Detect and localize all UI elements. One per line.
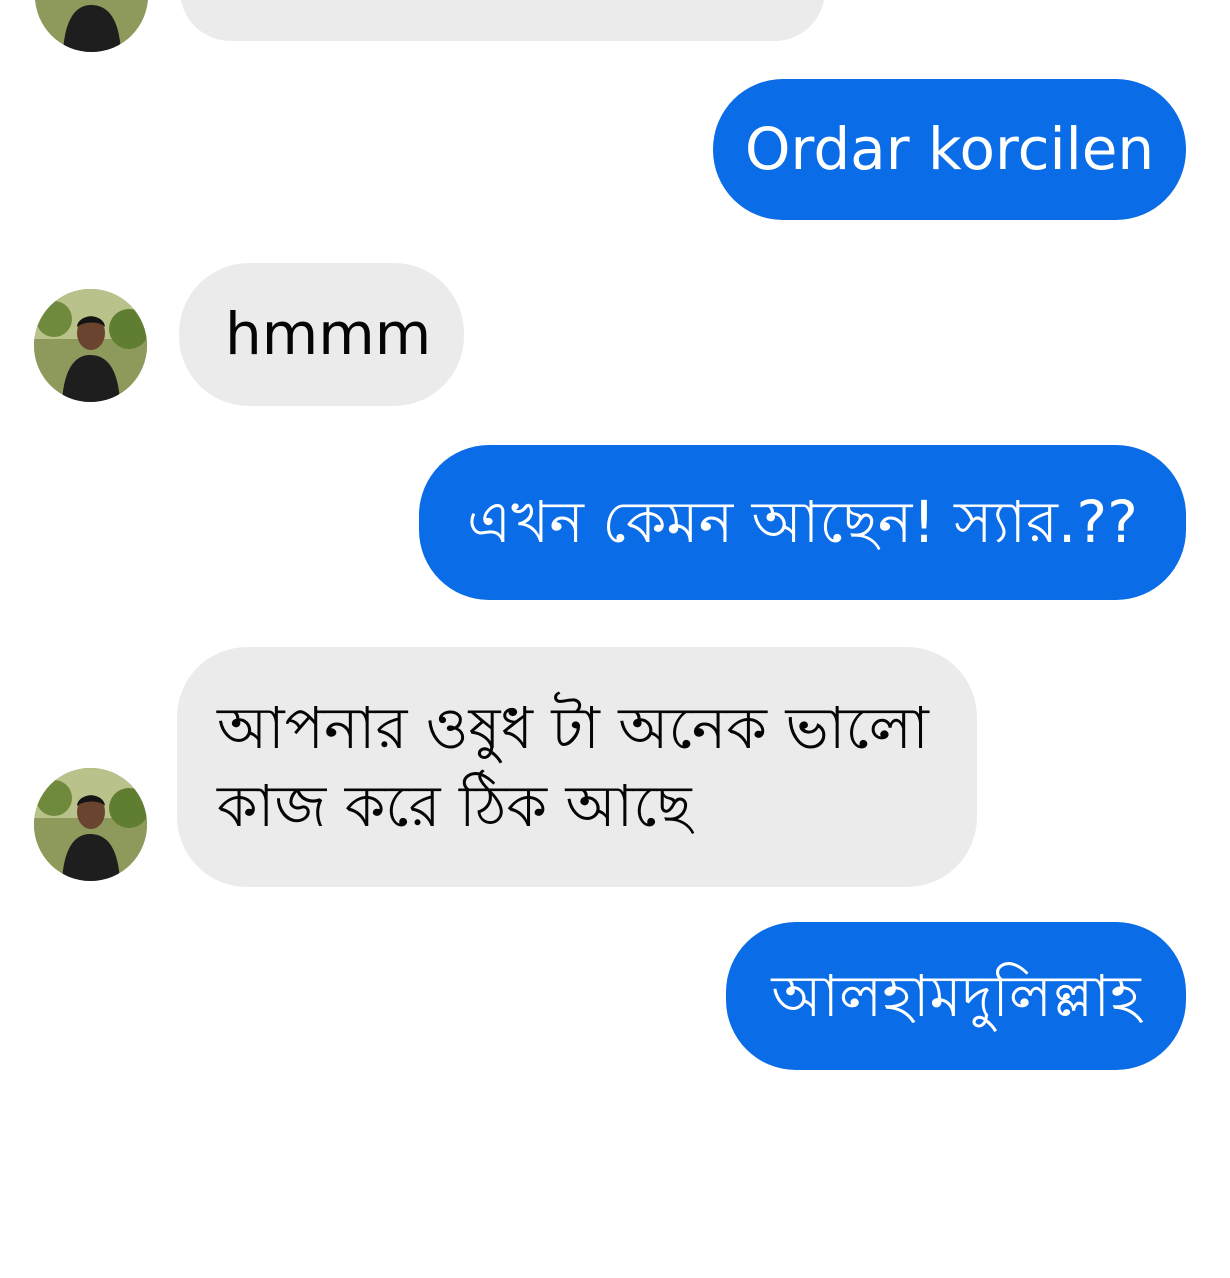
incoming-message-bubble[interactable]: hmmm [179, 263, 464, 406]
message-thread: Ordar korcilen hmmm এখন কেমন আছেন! স্যার… [0, 0, 1230, 1278]
message-text: আলহামদুলিল্লাহ [771, 961, 1141, 1030]
message-text: আপনার ওষুধ টা অনেক ভালো কাজ করে ঠিক আছে [217, 689, 929, 846]
person-photo-icon [34, 289, 147, 402]
outgoing-message-bubble[interactable]: আলহামদুলিল্লাহ [726, 922, 1186, 1070]
incoming-message-bubble[interactable] [180, 0, 825, 41]
message-text: hmmm [225, 300, 432, 369]
message-line: কাজ করে ঠিক আছে [217, 772, 692, 840]
outgoing-message-bubble[interactable]: এখন কেমন আছেন! স্যার.?? [419, 445, 1186, 600]
contact-avatar[interactable] [35, 0, 148, 52]
person-photo-icon [34, 768, 147, 881]
contact-avatar[interactable] [34, 768, 147, 881]
message-text: Ordar korcilen [744, 115, 1155, 184]
incoming-message-bubble[interactable]: আপনার ওষুধ টা অনেক ভালো কাজ করে ঠিক আছে [177, 647, 977, 887]
message-text: এখন কেমন আছেন! স্যার.?? [467, 488, 1138, 557]
contact-avatar[interactable] [34, 289, 147, 402]
message-line: আপনার ওষুধ টা অনেক ভালো [217, 693, 929, 762]
person-photo-icon [35, 0, 148, 52]
outgoing-message-bubble[interactable]: Ordar korcilen [713, 79, 1186, 220]
